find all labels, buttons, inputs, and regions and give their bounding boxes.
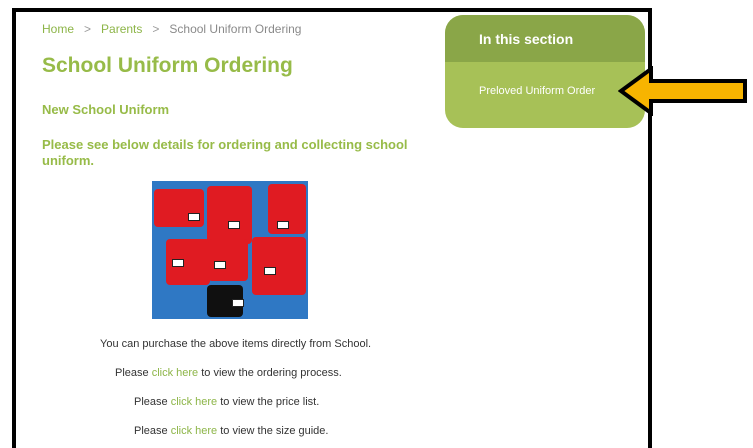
line-prefix: Please — [134, 396, 168, 408]
book-bag — [154, 189, 204, 227]
breadcrumb-home[interactable]: Home — [42, 22, 74, 36]
price-tag — [228, 221, 240, 229]
price-list-line: Please click here to view the price list… — [134, 396, 319, 408]
size-guide-line: Please click here to view the size guide… — [134, 425, 328, 437]
breadcrumb-separator: > — [152, 22, 160, 36]
price-tag — [232, 299, 244, 307]
breadcrumb: Home > Parents > School Uniform Ordering — [42, 22, 301, 36]
size-guide-link[interactable]: click here — [171, 425, 217, 437]
breadcrumb-separator: > — [84, 22, 92, 36]
uniform-photo — [152, 181, 308, 319]
breadcrumb-current: School Uniform Ordering — [169, 22, 302, 36]
sidebar-item-preloved-uniform-order[interactable]: Preloved Uniform Order — [479, 85, 595, 97]
price-tag — [264, 267, 276, 275]
breadcrumb-parents[interactable]: Parents — [101, 22, 142, 36]
section-nav-heading: In this section — [445, 15, 645, 62]
page-subtitle: New School Uniform — [42, 102, 170, 117]
price-list-link[interactable]: click here — [171, 396, 217, 408]
ordering-process-link[interactable]: click here — [152, 367, 198, 379]
price-tag — [277, 221, 289, 229]
price-tag — [172, 259, 184, 267]
ordering-process-line: Please click here to view the ordering p… — [115, 367, 342, 379]
page-title: School Uniform Ordering — [42, 54, 293, 77]
line-prefix: Please — [134, 425, 168, 437]
arrow-left-icon — [618, 66, 747, 116]
line-suffix: to view the size guide. — [220, 425, 329, 437]
price-tag — [214, 261, 226, 269]
line-prefix: Please — [115, 367, 149, 379]
intro-text: Please see below details for ordering an… — [42, 137, 408, 168]
purchase-text: You can purchase the above items directl… — [100, 338, 372, 350]
sweatshirt — [252, 237, 306, 295]
section-nav: In this section Preloved Uniform Order — [445, 15, 645, 128]
tshirt — [207, 186, 252, 244]
cardigan — [208, 239, 248, 281]
line-suffix: to view the ordering process. — [201, 367, 342, 379]
line-suffix: to view the price list. — [220, 396, 320, 408]
price-tag — [188, 213, 200, 221]
